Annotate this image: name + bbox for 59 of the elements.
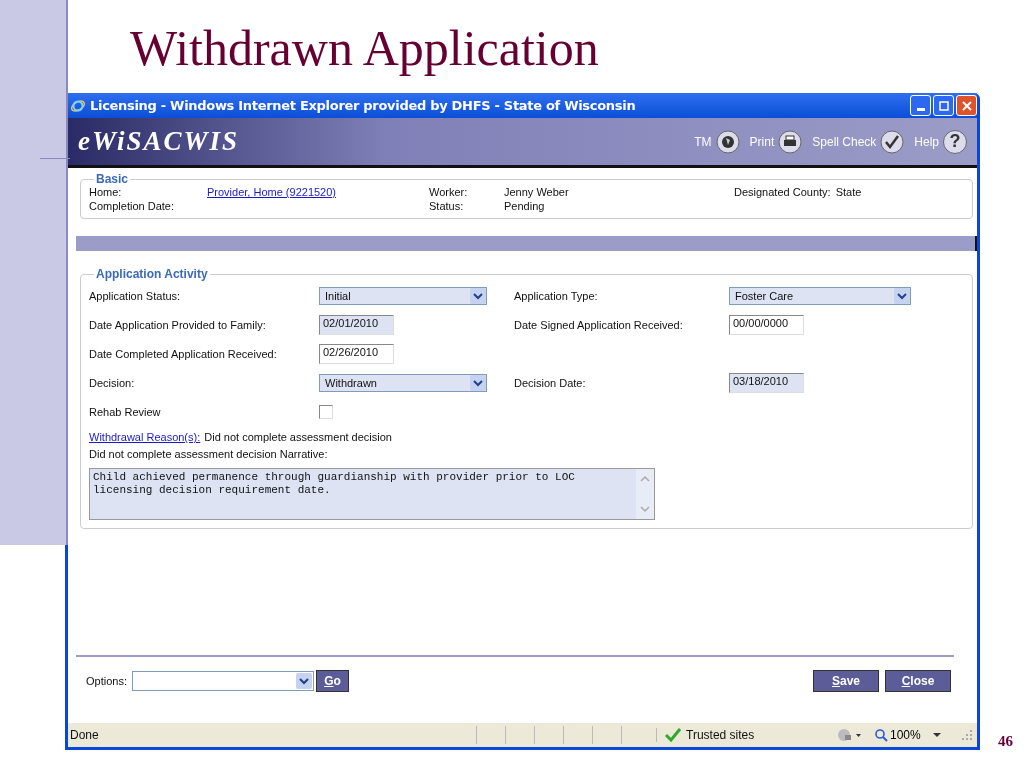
toolbar-button[interactable]: Help ? [914, 129, 967, 154]
check-icon [665, 728, 681, 742]
dropdown-field[interactable]: Withdrawn [319, 373, 487, 392]
dropdown-field[interactable]: Foster Care [729, 286, 911, 305]
caret-icon[interactable] [932, 732, 941, 738]
printer-icon [778, 129, 803, 154]
section-legend: Application Activity [94, 267, 210, 281]
close-icon [961, 100, 972, 111]
field-label: Rehab Review [89, 405, 162, 418]
date-field[interactable]: 03/18/2010 [729, 372, 804, 393]
narrative-label: Did not complete assessment decision Narrative: [89, 448, 329, 462]
withdrawal-reason-text: Did not complete assessment decision [204, 431, 392, 443]
dropdown-field[interactable]: Initial [319, 286, 487, 305]
withdrawal-reasons-link[interactable]: Withdrawal Reason(s): [89, 431, 201, 443]
action-button[interactable]: Close [885, 670, 951, 692]
slide-title: Withdrawn Application [130, 19, 600, 78]
action-button[interactable]: Save [813, 670, 879, 692]
scroll-bar[interactable] [636, 469, 654, 519]
field-label: Application Status: [89, 289, 182, 302]
field-label: Date Completed Application Received: [89, 347, 278, 360]
field-label: Status: [429, 200, 465, 214]
field-label: Worker: [429, 186, 469, 200]
security-zone: Trusted sites [686, 728, 755, 742]
field-label: Designated County: [734, 186, 831, 200]
date-field[interactable]: 02/26/2010 [319, 343, 394, 364]
close-button[interactable] [956, 95, 977, 116]
minimize-icon [916, 108, 925, 111]
page-number: 46 [998, 733, 1013, 750]
field-label: Date Application Provided to Family: [89, 318, 267, 331]
section-legend: Basic [94, 172, 131, 186]
options-dropdown[interactable] [131, 671, 314, 691]
field-value: Pending [504, 200, 545, 214]
resize-grip-icon [961, 729, 973, 741]
minimize-button[interactable] [910, 95, 931, 116]
field-label: Decision Date: [514, 376, 587, 389]
field-label: Decision: [89, 376, 136, 389]
options-label: Options: [86, 675, 127, 687]
window-title: Licensing - Windows Internet Explorer provided by DHFS - State of Wisconsin [90, 98, 636, 113]
field-label: Completion Date: [89, 200, 175, 214]
maximize-button[interactable] [933, 95, 954, 116]
zoom-button[interactable]: 100% [869, 728, 927, 742]
go-button[interactable]: Go [315, 670, 349, 692]
status-text: Done [69, 728, 100, 742]
field-value: State [835, 186, 862, 200]
checkbox[interactable] [319, 404, 333, 419]
help-icon: ? [943, 129, 967, 154]
browser-logo-icon [70, 97, 86, 114]
home-link[interactable]: Provider, Home (9221520) [207, 186, 336, 200]
field-label: Date Signed Application Received: [514, 318, 684, 331]
magnifier-icon [875, 728, 888, 742]
date-field[interactable]: 00/00/0000 [729, 314, 804, 335]
date-field[interactable]: 02/01/2010 [319, 314, 394, 335]
maximize-icon [938, 100, 949, 111]
field-label: Application Type: [514, 289, 599, 302]
field-label: Home: [89, 186, 123, 200]
field-value: Jenny Weber [504, 186, 569, 200]
narrative-text-area[interactable]: Child achieved permanence through guardianship with provider prior to LOC licensing decision requirement date. [89, 468, 655, 520]
spell-check-icon [880, 129, 905, 154]
app-logo: eWiSACWIS [78, 126, 240, 157]
